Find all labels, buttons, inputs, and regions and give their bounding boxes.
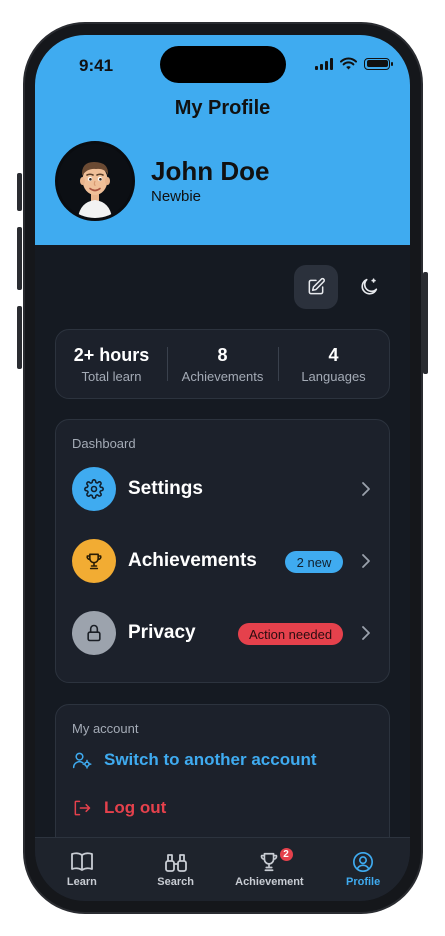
settings-label: Settings [128, 478, 203, 499]
new-achievements-badge: 2 new [285, 551, 343, 573]
tab-learn[interactable]: Learn [35, 838, 129, 901]
status-time: 9:41 [79, 56, 114, 75]
stat-value: 8 [217, 344, 228, 365]
logout-label: Log out [104, 798, 167, 817]
wifi-icon [340, 57, 357, 70]
edit-profile-button[interactable] [294, 265, 338, 309]
stat-languages: 4 Languages [278, 345, 389, 384]
stat-achievements: 8 Achievements [167, 345, 278, 384]
stat-value: 2+ hours [73, 344, 150, 365]
avatar[interactable] [55, 141, 135, 221]
page-title: My Profile [174, 97, 271, 119]
achievements-icon-circle [72, 539, 116, 583]
achievement-count-badge: 2 [277, 846, 295, 863]
account-card: My account Switch to another account Log… [55, 704, 390, 854]
tab-label: Learn [66, 876, 97, 888]
stat-total-learn: 2+ hours Total learn [56, 345, 167, 384]
dashboard-card: Dashboard Settings Achievements 2 new Pr… [55, 419, 390, 683]
stats-card: 2+ hours Total learn 8 Achievements 4 La… [55, 329, 390, 399]
tab-profile[interactable]: Profile [316, 838, 410, 901]
binoculars-icon [164, 854, 187, 872]
tab-achievement[interactable]: 2 Achievement [223, 838, 317, 901]
privacy-row[interactable]: Privacy Action needed [56, 603, 391, 663]
screen: 9:41 My Profile John Doe Newbie 2+ hours… [35, 35, 410, 901]
tab-label: Profile [346, 876, 381, 888]
privacy-label: Privacy [128, 622, 196, 643]
status-icons [315, 57, 393, 70]
logout-button[interactable]: Log out [72, 798, 166, 818]
logout-icon [74, 800, 91, 816]
gear-icon [84, 479, 104, 499]
edit-icon [308, 277, 325, 295]
dynamic-island [160, 46, 286, 83]
profile-header: 9:41 My Profile John Doe Newbie [35, 35, 410, 245]
cellular-signal-icon [315, 57, 333, 70]
user-rank: Newbie [151, 188, 202, 205]
moon-icon [361, 278, 378, 295]
privacy-icon-circle [72, 611, 116, 655]
switch-account-button[interactable]: Switch to another account [72, 750, 317, 770]
stat-value: 4 [328, 344, 339, 365]
switch-account-label: Switch to another account [104, 750, 317, 769]
tab-label: Achievement [235, 876, 304, 888]
achievements-label: Achievements [128, 550, 257, 571]
tab-bar: Learn Search 2 Achievement Profile [35, 837, 410, 901]
memoji-avatar-icon [78, 162, 112, 218]
tab-search[interactable]: Search [129, 838, 223, 901]
chevron-right-icon [362, 554, 370, 568]
theme-toggle-button[interactable] [347, 265, 391, 309]
trophy-icon [86, 553, 102, 570]
book-icon [70, 852, 93, 871]
stat-label: Achievements [181, 368, 264, 384]
user-circle-icon [353, 852, 374, 872]
lock-icon [87, 624, 101, 642]
battery-icon [364, 57, 393, 70]
settings-icon-circle [72, 467, 116, 511]
action-needed-badge: Action needed [238, 623, 343, 645]
section-label-dashboard: Dashboard [72, 436, 136, 451]
stat-label: Total learn [81, 368, 142, 384]
chevron-right-icon [362, 482, 370, 496]
user-name: John Doe [151, 156, 270, 186]
achievements-row[interactable]: Achievements 2 new [56, 531, 391, 591]
chevron-right-icon [362, 626, 370, 640]
settings-row[interactable]: Settings [56, 459, 391, 519]
switch-user-icon [72, 752, 92, 769]
stat-label: Languages [301, 368, 366, 384]
tab-label: Search [157, 876, 194, 888]
section-label-account: My account [72, 721, 139, 736]
